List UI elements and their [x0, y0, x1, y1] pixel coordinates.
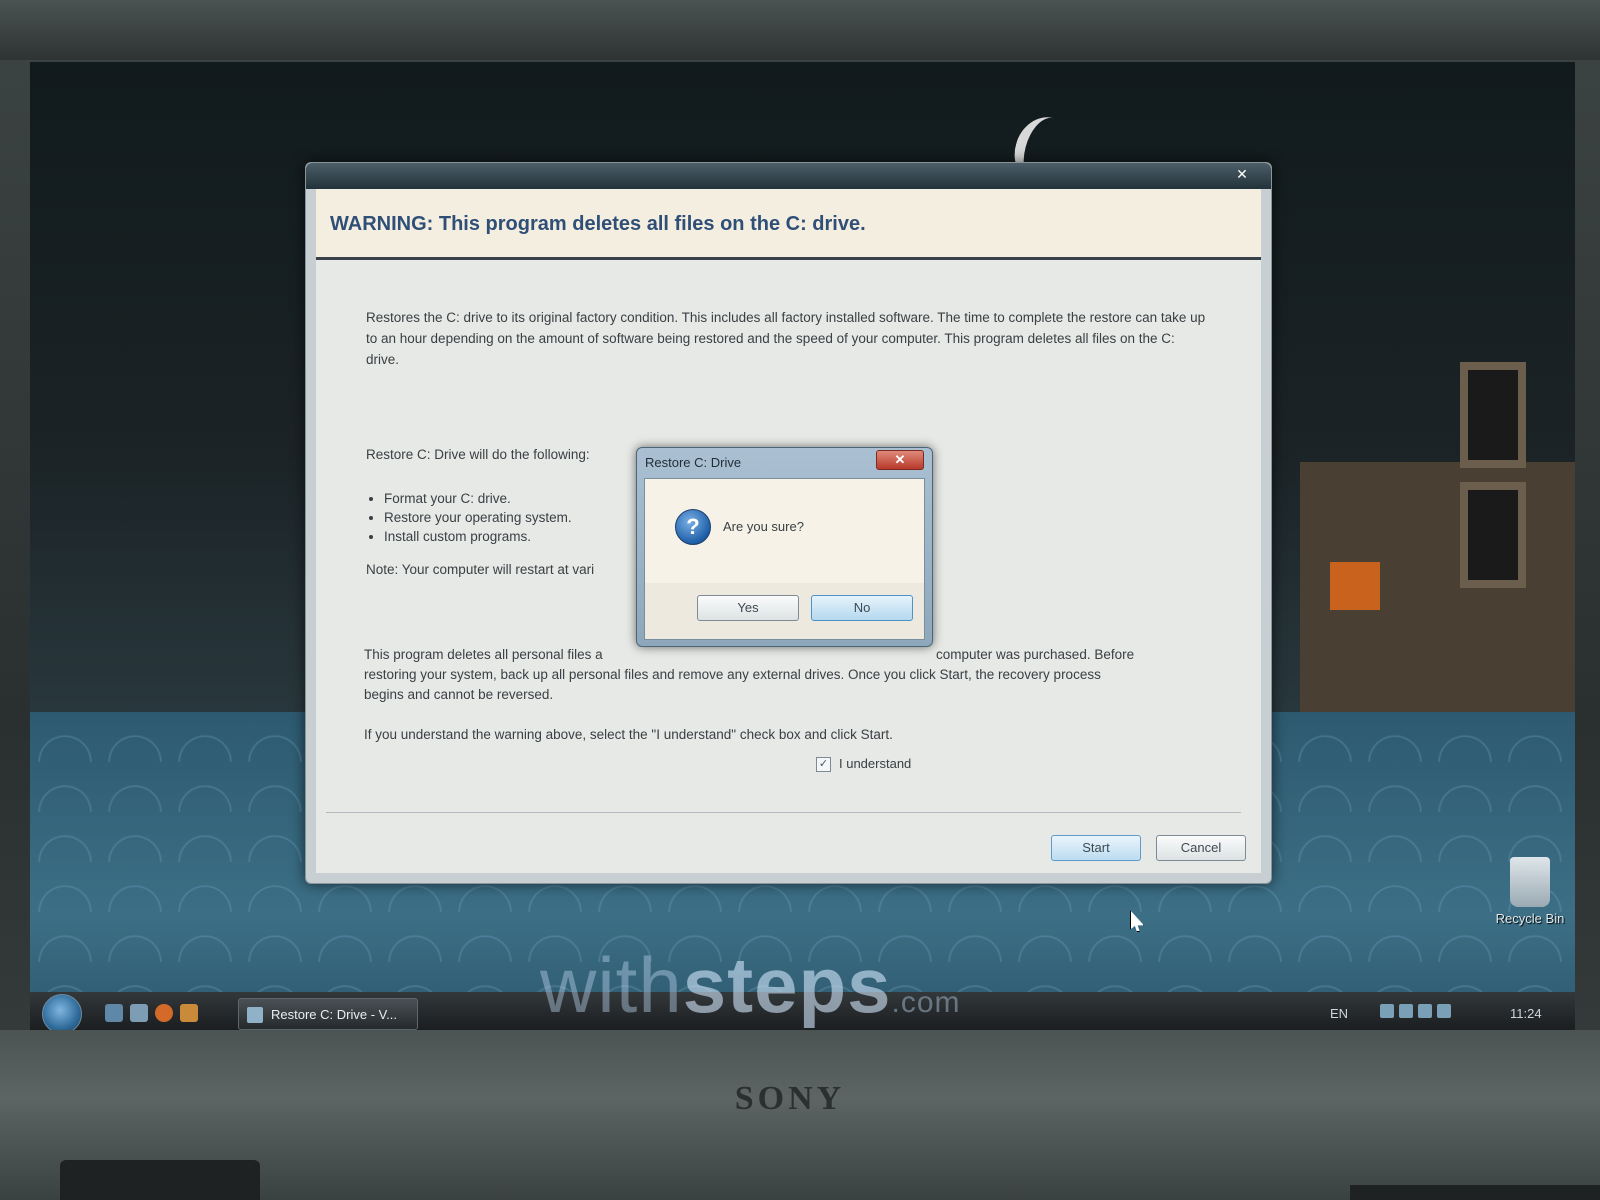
list-item: Restore your operating system.	[384, 508, 572, 527]
recycle-bin-icon[interactable]	[1510, 857, 1550, 907]
volume-icon[interactable]	[1437, 1004, 1451, 1018]
watermark-part1: with	[540, 941, 683, 1029]
watermark-part3: .com	[891, 986, 961, 1019]
show-desktop-icon[interactable]	[105, 1004, 123, 1022]
laptop-brand: SONY	[734, 1080, 846, 1117]
system-tray[interactable]	[1380, 1004, 1480, 1024]
wallpaper-orange-block	[1330, 562, 1380, 610]
network-icon[interactable]	[1380, 1004, 1394, 1018]
divider	[326, 812, 1241, 813]
media-icon[interactable]	[180, 1004, 198, 1022]
hinge	[1350, 1185, 1600, 1200]
switch-windows-icon[interactable]	[130, 1004, 148, 1022]
language-indicator[interactable]: EN	[1330, 1006, 1348, 1021]
warning-text: WARNING: This program deletes all files …	[330, 213, 866, 235]
recycle-bin[interactable]: Recycle Bin	[1485, 857, 1575, 926]
intro-text: Restores the C: drive to its original fa…	[366, 310, 1206, 367]
understand-checkbox[interactable]: ✓	[816, 757, 831, 773]
wallpaper-window	[1460, 482, 1526, 588]
hinge	[60, 1160, 260, 1200]
taskbar-item-restore[interactable]: Restore C: Drive - V...	[238, 998, 418, 1030]
close-icon[interactable]: ✕	[1227, 165, 1257, 183]
personal-files-text-right: computer was purchased. Before	[936, 647, 1135, 662]
instruction-text: If you understand the warning above, sel…	[364, 727, 893, 742]
list-item: Install custom programs.	[384, 527, 572, 546]
personal-files-text-left: This program deletes all personal files …	[364, 647, 603, 662]
watermark: withsteps.com	[540, 940, 961, 1031]
confirm-dialog-title: Restore C: Drive	[645, 455, 742, 470]
taskbar-item-label: Restore C: Drive - V...	[271, 1007, 397, 1022]
battery-icon[interactable]	[1418, 1004, 1432, 1018]
warning-banner: WARNING: This program deletes all files …	[316, 189, 1261, 260]
wallpaper-window	[1460, 362, 1526, 468]
confirm-dialog-footer: Yes No	[645, 583, 924, 639]
list-item: Format your C: drive.	[384, 489, 572, 508]
screen: Recycle Bin ✕ WARNING: This program dele…	[30, 62, 1575, 1037]
clock[interactable]: 11:24	[1510, 1006, 1542, 1021]
confirm-dialog-body: ? Are you sure? Yes No	[644, 478, 925, 640]
flag-icon[interactable]	[1399, 1004, 1413, 1018]
window-titlebar[interactable]: ✕	[306, 163, 1271, 189]
note-text: Note: Your computer will restart at vari	[366, 562, 595, 577]
question-icon: ?	[675, 509, 711, 545]
confirm-message: Are you sure?	[723, 519, 804, 534]
close-icon[interactable]: ✕	[876, 450, 924, 470]
yes-button[interactable]: Yes	[697, 595, 799, 621]
no-button[interactable]: No	[811, 595, 913, 621]
understand-checkbox-label[interactable]: I understand	[839, 756, 911, 771]
browser-icon[interactable]	[155, 1004, 173, 1022]
start-button[interactable]: Start	[1051, 835, 1141, 861]
cancel-button[interactable]: Cancel	[1156, 835, 1246, 861]
personal-files-text-line3: begins and cannot be reversed.	[364, 687, 554, 702]
bezel-top	[0, 0, 1600, 60]
watermark-part2: steps	[682, 941, 892, 1029]
recycle-bin-label: Recycle Bin	[1495, 911, 1565, 926]
personal-files-text-line2: restoring your system, back up all perso…	[364, 667, 1101, 682]
confirm-dialog: Restore C: Drive ✕ ? Are you sure? Yes N…	[636, 447, 933, 647]
steps-list: Format your C: drive. Restore your opera…	[366, 489, 572, 546]
understand-checkbox-row[interactable]: ✓ I understand	[816, 756, 911, 773]
list-heading: Restore C: Drive will do the following:	[366, 447, 590, 462]
restore-app-icon	[247, 1007, 263, 1023]
start-button[interactable]	[42, 994, 82, 1034]
